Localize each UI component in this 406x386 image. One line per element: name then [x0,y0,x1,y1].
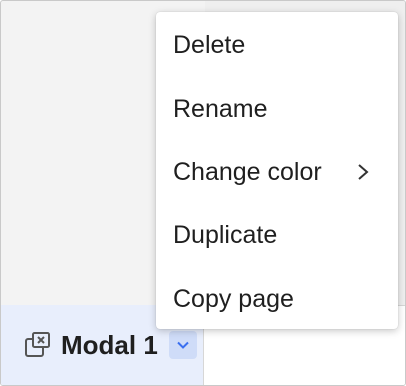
menu-item-change-color[interactable]: Change color [156,141,398,204]
menu-item-label: Rename [173,94,268,123]
menu-item-copy-page[interactable]: Copy page [156,268,398,331]
menu-item-label: Delete [173,31,246,60]
menu-item-rename[interactable]: Rename [156,77,398,140]
menu-item-label: Duplicate [173,221,278,250]
chevron-down-icon[interactable] [168,331,197,359]
menu-item-delete[interactable]: Delete [156,14,398,77]
app-frame: Modal 1 Delete Rename Change color Dupli… [0,0,406,386]
menu-item-duplicate[interactable]: Duplicate [156,204,398,267]
menu-item-label: Copy page [173,284,294,313]
page-tab-label: Modal 1 [61,329,158,360]
context-menu: Delete Rename Change color Duplicate Cop… [156,12,398,329]
chevron-right-icon [356,162,370,182]
menu-item-label: Change color [173,157,322,186]
modal-page-icon [23,331,51,359]
